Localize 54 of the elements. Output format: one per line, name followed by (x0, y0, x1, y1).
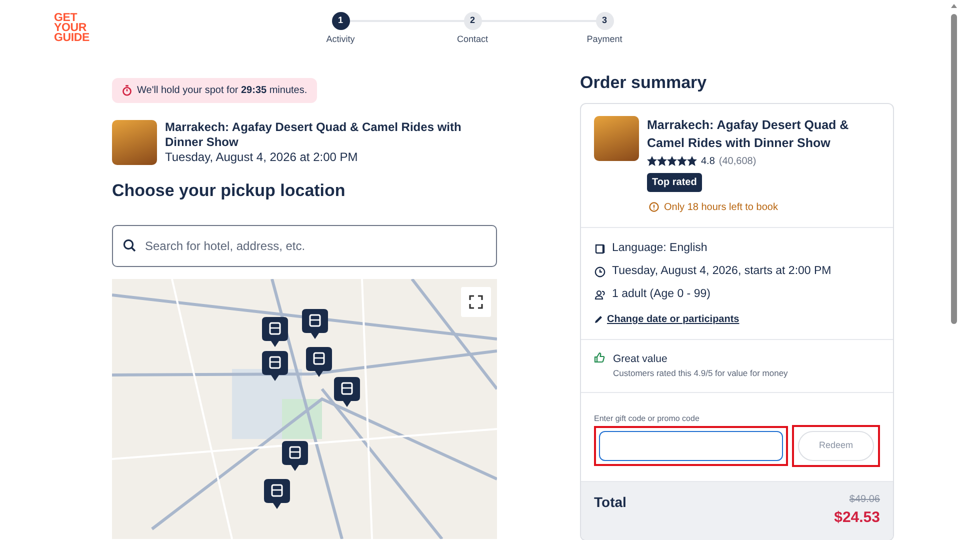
step-label[interactable]: Payment (586, 33, 622, 46)
photo-placeholder (594, 116, 639, 161)
section-heading: Order summary (580, 72, 708, 93)
step-label[interactable]: Activity (326, 33, 355, 46)
section-heading: Choose your pickup location (112, 180, 346, 201)
detail-text: 1 adult (Age 0 - 99) (612, 287, 710, 302)
pencil-icon (594, 314, 603, 324)
map-drawing[interactable] (112, 278, 497, 539)
search-field[interactable]: Search for hotel, address, etc. (112, 224, 497, 267)
bus-pin-icon[interactable] (264, 478, 290, 509)
total-label: Total (594, 493, 626, 512)
original-price: $49.06 (848, 493, 880, 508)
thumbs-up-icon (594, 352, 605, 363)
value-title: Great value (613, 352, 668, 367)
people-icon (594, 289, 606, 302)
step-number[interactable]: 2 (464, 12, 482, 30)
fullscreen-button[interactable] (461, 286, 491, 317)
star-icon (687, 156, 697, 166)
fullscreen-icon (469, 294, 483, 309)
info-icon (649, 202, 659, 212)
step-number[interactable]: 3 (596, 12, 614, 30)
photo-placeholder (112, 120, 157, 164)
bus-pin-icon[interactable] (302, 308, 328, 339)
star-icon (647, 156, 657, 166)
step-label[interactable]: Contact (456, 33, 488, 46)
star-icon (677, 156, 687, 166)
activity-date: Tuesday, August 4, 2026 at 2:00 PM (165, 150, 359, 164)
bus-pin-icon[interactable] (334, 376, 360, 407)
urgency-text: Only 18 hours left to book (664, 200, 778, 215)
review-count: (40,608) (718, 154, 756, 169)
top-rated-badge: Top rated (647, 172, 702, 192)
bus-pin-icon[interactable] (262, 316, 288, 347)
step-number[interactable]: 1 (332, 12, 350, 30)
stopwatch-icon (122, 84, 132, 96)
timer-text: We'll hold your spot for 29:35 minutes. (137, 84, 308, 98)
clock-icon (594, 266, 606, 278)
detail-text: Tuesday, August 4, 2026, starts at 2:00 PM (612, 264, 832, 280)
scroll-up-icon[interactable] (951, 4, 957, 8)
scrollbar-thumb[interactable] (951, 14, 957, 324)
total-price: $24.53 (834, 508, 880, 528)
search-icon (123, 239, 136, 252)
bus-pin-icon[interactable] (262, 350, 288, 381)
detail-text: Language: English (612, 240, 708, 256)
rating-value: 4.8 (701, 154, 715, 169)
book-icon (594, 242, 606, 255)
star-icon (667, 156, 677, 166)
change-link[interactable]: Change date or participants (607, 312, 740, 327)
bus-pin-icon[interactable] (306, 346, 332, 377)
activity-title: Marrakech: Agafay Desert Quad & Camel Rides with Dinner Show (647, 116, 850, 152)
star-icon (657, 156, 667, 166)
activity-title: Marrakech: Agafay Desert Quad & Camel Rides with Dinner Show (165, 120, 462, 150)
value-text: Customers rated this 4.9/5 for value for money (613, 367, 788, 380)
promo-label: Enter gift code or promo code (594, 413, 700, 426)
bus-pin-icon[interactable] (282, 440, 308, 471)
